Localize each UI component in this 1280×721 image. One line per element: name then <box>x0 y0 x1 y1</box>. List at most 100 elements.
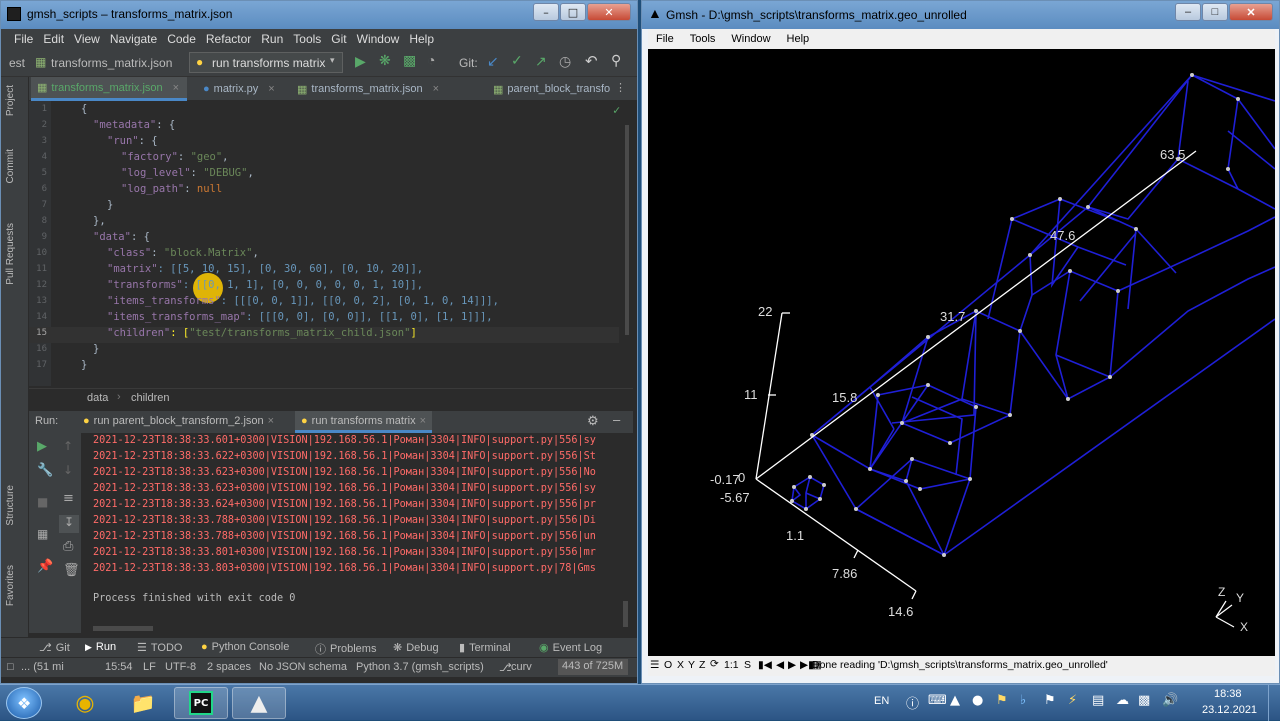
help-icon[interactable]: ⓘ <box>906 693 919 712</box>
file-crumb[interactable]: transforms_matrix.json <box>51 56 172 70</box>
git-commit-icon[interactable]: ✓ <box>511 52 523 69</box>
git-branch[interactable]: curv <box>511 661 532 673</box>
clock-date[interactable]: 23.12.2021 <box>1202 704 1257 716</box>
power-icon[interactable]: ⚡ <box>1068 693 1077 708</box>
code-editor[interactable]: ✓ 1{ 2 "metadata": { 3 "run": { 4 "factory"… <box>29 101 633 386</box>
run-console[interactable]: 2021-12-23T18:38:33.601+0300|VISION|192.… <box>81 433 633 633</box>
view-z-button[interactable]: Z <box>699 659 705 671</box>
close-icon[interactable]: × <box>420 415 426 427</box>
menu-tools[interactable]: Tools <box>288 29 326 49</box>
scroll-to-end-icon[interactable]: ↧ <box>59 515 79 533</box>
console-hscrollbar[interactable] <box>93 626 153 631</box>
run-tab-transforms-matrix[interactable]: ● run transforms matrix × <box>295 411 433 433</box>
tray-expand-icon[interactable]: ▲ <box>950 693 960 708</box>
close-button[interactable]: ✕ <box>1229 3 1273 21</box>
interpreter[interactable]: Python 3.7 (gmsh_scripts) <box>356 661 484 673</box>
update-icon[interactable]: ⚑ <box>996 693 1008 708</box>
print-icon[interactable]: ⎙ <box>63 539 73 554</box>
scale-1-1-button[interactable]: 1:1 <box>724 659 739 671</box>
run-icon[interactable]: ▶ <box>355 53 366 70</box>
debug-tool-button[interactable]: ❋ Debug <box>393 641 439 655</box>
run-config-select[interactable]: ● run transforms matrix ▾ <box>189 52 343 73</box>
menu-help[interactable]: Help <box>404 29 439 49</box>
gmsh-titlebar[interactable]: ▲ Gmsh - D:\gmsh_scripts\transforms_matr… <box>642 1 1279 29</box>
undo-icon[interactable]: ↶ <box>585 52 598 70</box>
caret-position[interactable]: 15:54 <box>105 661 133 673</box>
view-o-button[interactable]: O <box>664 659 672 671</box>
tab-transforms-matrix-json-2[interactable]: ▦ transforms_matrix.json × <box>291 77 445 101</box>
volume-icon[interactable]: 🔊 <box>1162 693 1178 708</box>
gear-icon[interactable]: ⚙ <box>587 413 599 429</box>
search-icon[interactable]: ⚲ <box>611 52 621 69</box>
menu-view[interactable]: View <box>69 29 105 49</box>
rotate-icon[interactable]: ⟳ <box>710 658 719 670</box>
select-s-button[interactable]: S <box>744 659 751 671</box>
menu-refactor[interactable]: Refactor <box>201 29 256 49</box>
breadcrumb-data[interactable]: data <box>87 392 108 404</box>
close-icon[interactable]: × <box>268 83 274 95</box>
tray-app-icon[interactable]: ● <box>972 693 983 708</box>
coverage-icon[interactable]: ▩ <box>403 52 416 69</box>
close-icon[interactable]: × <box>173 82 179 94</box>
clock-time[interactable]: 18:38 <box>1214 688 1242 700</box>
event-log-tool-button[interactable]: ◉ Event Log <box>539 641 602 655</box>
console-vscrollbar[interactable] <box>623 601 628 627</box>
menu-code[interactable]: Code <box>162 29 201 49</box>
profile-icon[interactable]: ◔ <box>427 52 435 68</box>
taskbar-gmsh[interactable]: ▲ <box>232 687 286 719</box>
json-schema[interactable]: No JSON schema <box>259 661 347 673</box>
git-push-icon[interactable]: ↗ <box>535 53 547 70</box>
menu-edit[interactable]: Edit <box>38 29 69 49</box>
flag-icon[interactable]: ⚑ <box>1044 693 1056 708</box>
down-arrow-icon[interactable]: ↓ <box>63 463 73 477</box>
todo-tool-button[interactable]: ☰ TODO <box>137 641 182 655</box>
view-y-button[interactable]: Y <box>688 659 695 671</box>
soft-wrap-icon[interactable]: ≡ <box>63 491 74 506</box>
file-encoding[interactable]: UTF-8 <box>165 661 196 673</box>
first-step-icon[interactable]: ▮◀ <box>758 659 772 671</box>
problems-tool-button[interactable]: ⓘ Problems <box>315 641 376 657</box>
gmsh-menu-window[interactable]: Window <box>723 29 778 49</box>
structure-tool-window[interactable]: Structure <box>5 485 16 526</box>
project-crumb[interactable]: est <box>9 56 25 70</box>
pull-requests-tool-window[interactable]: Pull Requests <box>5 223 16 285</box>
status-message[interactable]: ... (51 mi <box>21 661 64 673</box>
status-toggle-icon[interactable]: □ <box>7 661 14 673</box>
gmsh-menu-tools[interactable]: Tools <box>682 29 724 49</box>
git-tool-button[interactable]: ⎇ Git <box>39 641 70 655</box>
cloud-icon[interactable]: ☁ <box>1116 693 1129 708</box>
taskbar-chrome[interactable]: ◉ <box>58 687 112 719</box>
keyboard-icon[interactable]: ⌨ <box>928 693 947 708</box>
tab-matrix-py[interactable]: ● matrix.py × <box>197 77 281 101</box>
breadcrumb-children[interactable]: children <box>131 392 170 404</box>
tab-parent-block-transform[interactable]: ▦ parent_block_transfo <box>487 77 616 101</box>
python-console-tool-button[interactable]: ● Python Console <box>201 641 289 653</box>
tab-transforms-matrix-json[interactable]: ▦ transforms_matrix.json × <box>31 77 187 101</box>
maximize-button[interactable]: □ <box>560 3 586 21</box>
line-separator[interactable]: LF <box>143 661 156 673</box>
menu-window[interactable]: Window <box>352 29 405 49</box>
gmsh-menu-file[interactable]: File <box>648 29 682 49</box>
gmsh-graphics-canvas[interactable]: 63.5 47.6 31.7 22 15.8 11 -0.17 0 -5.67 … <box>648 49 1276 656</box>
terminal-tool-button[interactable]: ▮ Terminal <box>459 641 511 655</box>
wrench-icon[interactable]: 🔧 <box>37 463 53 478</box>
show-desktop-button[interactable] <box>1268 685 1280 721</box>
trash-icon[interactable]: 🗑 <box>63 563 80 578</box>
commit-tool-window[interactable]: Commit <box>5 149 16 183</box>
view-x-button[interactable]: X <box>677 659 684 671</box>
taskbar-explorer[interactable]: 📁 <box>116 687 170 719</box>
network-icon[interactable]: ▤ <box>1092 693 1104 708</box>
pycharm-titlebar[interactable]: gmsh_scripts – transforms_matrix.json – … <box>1 1 637 29</box>
prev-step-icon[interactable]: ◀ <box>776 659 784 671</box>
close-button[interactable]: ✕ <box>587 3 631 21</box>
editor-scrollbar[interactable] <box>625 125 629 335</box>
git-update-icon[interactable]: ↙ <box>487 53 499 70</box>
up-arrow-icon[interactable]: ↑ <box>63 439 73 453</box>
rerun-icon[interactable]: ▶ <box>37 439 47 454</box>
close-icon[interactable]: × <box>433 83 439 95</box>
menu-run[interactable]: Run <box>256 29 288 49</box>
close-icon[interactable]: × <box>268 415 274 429</box>
menu-file[interactable]: File <box>9 29 38 49</box>
memory-indicator[interactable]: 443 of 725M <box>558 659 628 675</box>
taskbar-pycharm[interactable]: PC <box>174 687 228 719</box>
